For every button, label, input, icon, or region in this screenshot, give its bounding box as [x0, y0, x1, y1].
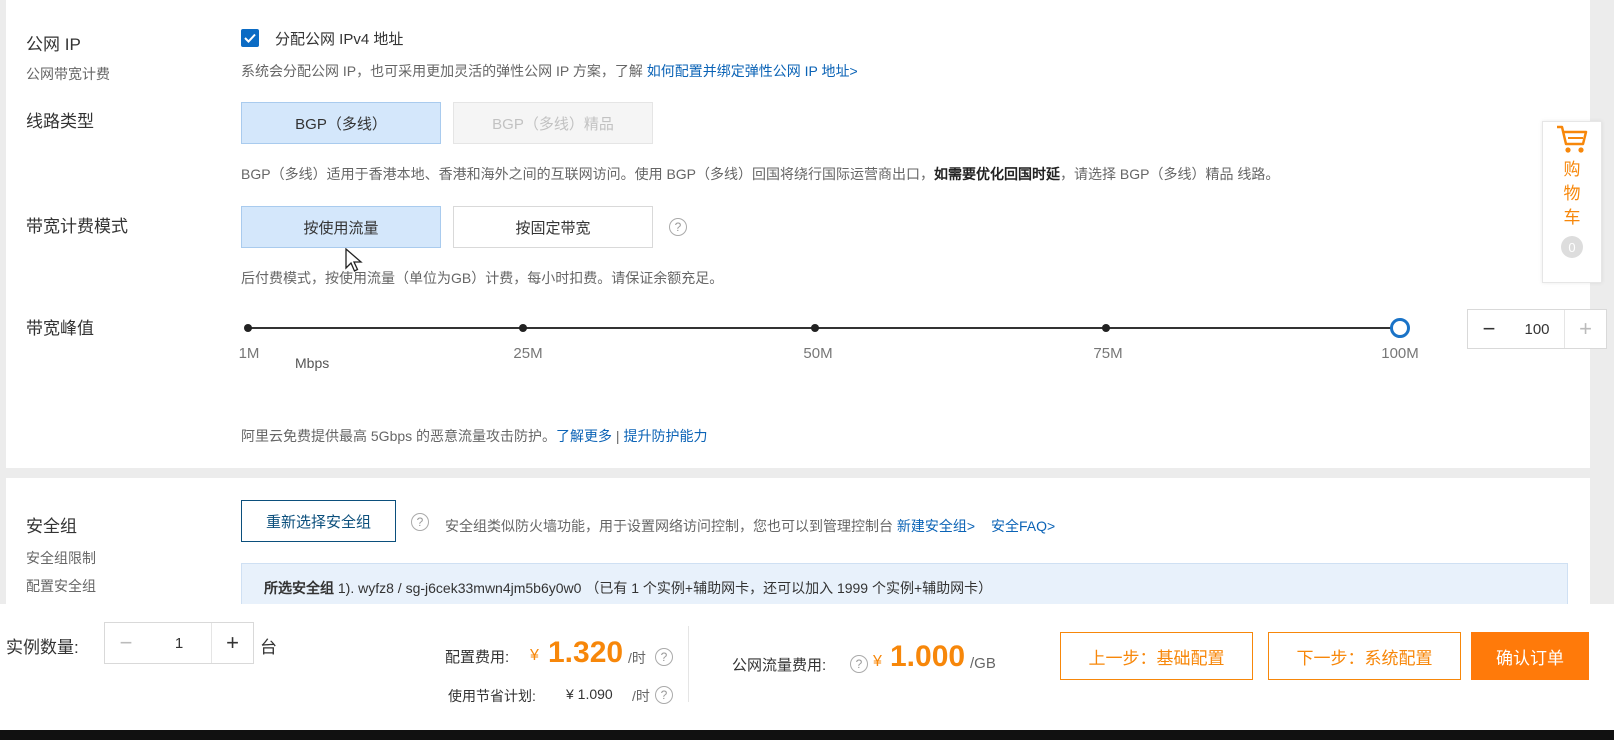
- instance-count-stepper: − 1 +: [104, 622, 254, 664]
- billing-mode-hint: 后付费模式，按使用流量（单位为GB）计费，每小时扣费。请保证余额充足。: [241, 270, 724, 286]
- line-option-bgp-premium[interactable]: BGP（多线）精品: [453, 102, 653, 144]
- config-fee-value: 1.320: [548, 636, 624, 669]
- cart-label-char-3: 车: [1563, 208, 1581, 227]
- config-fee-unit: /时: [628, 650, 646, 666]
- bandwidth-slider-track[interactable]: [248, 327, 1400, 329]
- public-ip-hint: 系统会分配公网 IP，也可采用更加灵活的弹性公网 IP 方案，了解 如何配置并绑…: [241, 61, 858, 81]
- security-group-limit-link[interactable]: 安全组限制: [26, 548, 96, 568]
- cart-count-badge: 0: [1561, 236, 1583, 258]
- checkmark-icon: [244, 33, 256, 43]
- traffic-fee-value: 1.000: [890, 640, 966, 673]
- upgrade-protection-link[interactable]: 提升防护能力: [623, 428, 707, 444]
- saving-plan-help-icon[interactable]: ?: [655, 686, 673, 704]
- eip-config-link[interactable]: 如何配置并绑定弹性公网 IP 地址>: [647, 63, 858, 79]
- cart-label-char-2: 物: [1563, 184, 1581, 203]
- config-fee-yen: ¥: [530, 647, 539, 664]
- link-separator: |: [615, 428, 620, 444]
- slider-tick-50m: [811, 324, 819, 332]
- line-type-hint: BGP（多线）适用于香港本地、香港和海外之间的互联网访问。使用 BGP（多线）回…: [241, 164, 1279, 184]
- tick-label-100m: 100M: [1381, 345, 1419, 362]
- billing-option-traffic[interactable]: 按使用流量: [241, 206, 441, 248]
- cart-label-char-1: 购: [1563, 160, 1581, 179]
- assign-ipv4-checkbox[interactable]: [241, 29, 259, 47]
- assign-ipv4-label: 分配公网 IPv4 地址: [275, 31, 404, 48]
- config-fee-help-icon[interactable]: ?: [655, 648, 673, 666]
- next-step-button[interactable]: 下一步：系统配置: [1268, 632, 1461, 680]
- slider-tick-75m: [1102, 324, 1110, 332]
- slider-tick-25m: [519, 324, 527, 332]
- saving-plan-label: 使用节省计划:: [448, 688, 536, 704]
- security-group-hint: 安全组类似防火墙功能，用于设置网络访问控制，您也可以到管理控制台 新建安全组> …: [445, 516, 1055, 536]
- line-type-hint-bold: 如需要优化回国时延: [934, 166, 1061, 182]
- instance-count-label: 实例数量:: [6, 638, 79, 657]
- confirm-order-button[interactable]: 确认订单: [1471, 632, 1589, 680]
- instance-count-input[interactable]: 1: [147, 635, 211, 652]
- billing-option-fixed[interactable]: 按固定带宽: [453, 206, 653, 248]
- footer-divider: [688, 626, 689, 702]
- reselect-security-group-button[interactable]: 重新选择安全组: [241, 500, 396, 542]
- mouse-cursor-icon: [345, 248, 363, 272]
- bandwidth-stepper: − 100 +: [1467, 309, 1607, 349]
- public-ip-label: 公网 IP: [26, 35, 81, 54]
- saving-plan-unit: /时: [632, 688, 650, 704]
- selected-security-group-label: 所选安全组: [264, 580, 334, 596]
- security-group-label: 安全组: [26, 517, 77, 536]
- bandwidth-peak-label: 带宽峰值: [26, 319, 94, 338]
- new-security-group-link[interactable]: 新建安全组>: [897, 518, 975, 534]
- tick-label-75m: 75M: [1093, 345, 1123, 362]
- line-option-bgp[interactable]: BGP（多线）: [241, 102, 441, 144]
- bandwidth-value-input[interactable]: 100: [1510, 321, 1564, 338]
- bandwidth-increment-button[interactable]: +: [1564, 310, 1606, 348]
- bandwidth-decrement-button[interactable]: −: [1468, 310, 1510, 348]
- traffic-fee-help-icon[interactable]: ?: [850, 655, 868, 673]
- ddos-protection-hint: 阿里云免费提供最高 5Gbps 的恶意流量攻击防护。了解更多 | 提升防护能力: [241, 426, 707, 446]
- instance-unit: 台: [260, 638, 277, 657]
- instance-increment-button[interactable]: +: [211, 623, 253, 663]
- configure-security-group-link[interactable]: 配置安全组: [26, 576, 96, 596]
- ddos-protection-text: 阿里云免费提供最高 5Gbps 的恶意流量攻击防护。: [241, 428, 557, 444]
- public-ip-sublabel: 公网带宽计费: [26, 66, 110, 82]
- security-group-hint-text: 安全组类似防火墙功能，用于设置网络访问控制，您也可以到管理控制台: [445, 518, 897, 534]
- prev-step-button[interactable]: 上一步：基础配置: [1060, 632, 1253, 680]
- bottom-edge-bar: [0, 730, 1614, 740]
- cart-label: 购 物 车: [1564, 158, 1581, 230]
- billing-mode-label: 带宽计费模式: [26, 217, 128, 236]
- billing-help-icon[interactable]: ?: [669, 218, 687, 236]
- cart-icon: [1557, 125, 1588, 153]
- tick-label-25m: 25M: [513, 345, 543, 362]
- slider-tick-1m: [244, 324, 252, 332]
- shopping-cart-widget[interactable]: 购 物 车 0: [1542, 121, 1602, 283]
- bandwidth-unit: Mbps: [295, 355, 330, 371]
- security-group-help-icon[interactable]: ?: [411, 513, 429, 531]
- security-faq-link[interactable]: 安全FAQ>: [991, 518, 1055, 534]
- public-ip-hint-text: 系统会分配公网 IP，也可采用更加灵活的弹性公网 IP 方案，了解: [241, 63, 647, 79]
- traffic-fee-unit: /GB: [970, 655, 996, 672]
- line-type-hint-tail: ，请选择 BGP（多线）精品 线路。: [1060, 166, 1280, 182]
- bandwidth-slider-handle[interactable]: [1390, 318, 1410, 338]
- saving-plan-value: ¥ 1.090: [566, 686, 613, 702]
- selected-security-group-value: 1). wyfz8 / sg-j6cek33mwn4jm5b6y0w0 （已有 …: [334, 580, 993, 596]
- line-type-hint-text: BGP（多线）适用于香港本地、香港和海外之间的互联网访问。使用 BGP（多线）回…: [241, 166, 935, 182]
- learn-more-link[interactable]: 了解更多: [556, 428, 612, 444]
- tick-label-1m: 1M: [238, 345, 260, 362]
- config-fee-label: 配置费用:: [445, 649, 510, 666]
- line-type-label: 线路类型: [26, 112, 94, 131]
- instance-decrement-button[interactable]: −: [105, 623, 147, 663]
- traffic-fee-label: 公网流量费用:: [732, 657, 827, 674]
- selected-security-group-box: 所选安全组 1). wyfz8 / sg-j6cek33mwn4jm5b6y0w…: [241, 563, 1568, 605]
- traffic-fee-yen: ¥: [873, 653, 882, 670]
- tick-label-50m: 50M: [803, 345, 833, 362]
